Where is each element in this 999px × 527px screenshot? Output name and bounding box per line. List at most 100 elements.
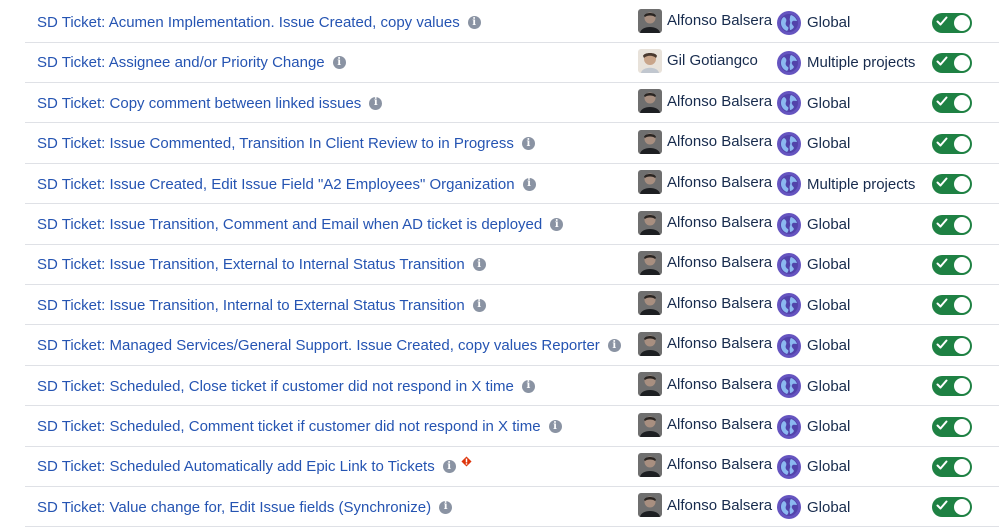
checkmark-icon [936, 460, 948, 470]
rule-owner: Alfonso Balsera [638, 124, 772, 164]
rule-name-cell: SD Ticket: Issue Transition, External to… [37, 245, 486, 285]
rule-name-cell: SD Ticket: Value change for, Edit Issue … [37, 487, 453, 527]
info-icon[interactable]: i [472, 298, 486, 312]
rule-name-link[interactable]: SD Ticket: Issue Transition, External to… [37, 256, 465, 273]
rule-name-link[interactable]: SD Ticket: Issue Created, Edit Issue Fie… [37, 176, 515, 193]
scope-label: Global [807, 458, 851, 476]
avatar [638, 8, 662, 33]
info-icon[interactable]: i [369, 96, 383, 110]
rule-row: SD Ticket: Scheduled Automatically add E… [25, 447, 999, 487]
rule-enabled-toggle[interactable] [932, 93, 972, 114]
info-icon[interactable]: i [472, 258, 486, 272]
warning-diamond-icon[interactable] [461, 456, 472, 467]
checkmark-icon [936, 298, 948, 308]
scope-label: Global [807, 135, 851, 153]
rule-owner: Alfonso Balsera [638, 245, 772, 285]
rule-scope: Multiple projects [777, 43, 915, 83]
rule-scope: Global [777, 83, 850, 123]
info-icon[interactable]: i [521, 379, 535, 393]
rule-name-link[interactable]: SD Ticket: Scheduled, Comment ticket if … [37, 418, 541, 435]
info-icon[interactable]: i [467, 16, 481, 29]
rule-row: SD Ticket: Issue Commented, Transition I… [25, 124, 999, 164]
scope-label: Global [807, 14, 851, 31]
rule-row: SD Ticket: Issue Created, Edit Issue Fie… [25, 164, 999, 205]
info-icon[interactable]: i [332, 56, 346, 70]
rule-name-link[interactable]: SD Ticket: Issue Commented, Transition I… [37, 135, 514, 152]
rule-owner: Alfonso Balsera [638, 487, 772, 527]
rule-enabled-toggle[interactable] [932, 214, 972, 235]
avatar [638, 452, 662, 477]
avatar [638, 48, 662, 73]
rule-enabled-toggle[interactable] [932, 497, 972, 518]
globe-icon [777, 50, 801, 75]
rule-owner: Alfonso Balsera [638, 366, 772, 406]
rule-scope: Global [777, 487, 850, 527]
rule-owner: Alfonso Balsera [638, 326, 772, 366]
rule-name-cell: SD Ticket: Assignee and/or Priority Chan… [37, 43, 346, 83]
globe-icon [777, 172, 801, 197]
avatar [638, 493, 662, 518]
rule-name-link[interactable]: SD Ticket: Issue Transition, Internal to… [37, 297, 465, 314]
rule-owner: Alfonso Balsera [638, 205, 772, 245]
rule-scope: Global [777, 285, 850, 325]
rule-name-link[interactable]: SD Ticket: Scheduled, Close ticket if cu… [37, 378, 514, 395]
toggle-knob [954, 216, 970, 233]
rule-enabled-toggle[interactable] [932, 133, 972, 154]
rule-name-cell: SD Ticket: Copy comment between linked i… [37, 83, 383, 123]
rule-name-link[interactable]: SD Ticket: Issue Transition, Comment and… [37, 216, 542, 233]
rule-name-link[interactable]: SD Ticket: Copy comment between linked i… [37, 95, 361, 112]
rule-enabled-toggle[interactable] [932, 416, 972, 437]
rule-scope: Global [777, 124, 850, 164]
rule-name-cell: SD Ticket: Scheduled Automatically add E… [37, 447, 472, 487]
owner-name: Alfonso Balsera [667, 12, 773, 29]
scope-label: Global [807, 377, 851, 395]
rule-row: SD Ticket: Scheduled, Comment ticket if … [25, 407, 999, 447]
rule-enabled-toggle[interactable] [932, 254, 972, 275]
rule-name-link[interactable]: SD Ticket: Managed Services/General Supp… [37, 337, 600, 354]
rule-scope: Global [777, 245, 850, 285]
rule-enabled-toggle[interactable] [932, 295, 972, 316]
info-icon[interactable]: i [522, 177, 536, 191]
globe-icon [777, 91, 801, 116]
rule-name-link[interactable]: SD Ticket: Value change for, Edit Issue … [37, 499, 431, 516]
rule-name-cell: SD Ticket: Managed Services/General Supp… [37, 326, 621, 366]
rule-row: SD Ticket: Value change for, Edit Issue … [25, 487, 999, 527]
rule-enabled-toggle[interactable] [932, 174, 972, 195]
avatar [638, 89, 662, 114]
rule-row: SD Ticket: Issue Transition, External to… [25, 245, 999, 285]
info-icon[interactable]: i [548, 420, 562, 433]
rule-row: SD Ticket: Issue Transition, Internal to… [25, 285, 999, 326]
rule-scope: Global [777, 205, 850, 245]
rule-owner: Alfonso Balsera [638, 164, 772, 204]
info-icon[interactable]: i [442, 460, 456, 474]
info-icon[interactable]: i [607, 339, 621, 353]
rule-name-link[interactable]: SD Ticket: Scheduled Automatically add E… [37, 458, 435, 475]
info-icon[interactable]: i [550, 218, 564, 231]
rule-name-link[interactable]: SD Ticket: Assignee and/or Priority Chan… [37, 54, 325, 71]
info-icon[interactable]: i [439, 500, 453, 514]
scope-label: Global [807, 498, 851, 516]
rule-enabled-toggle[interactable] [932, 335, 972, 356]
rule-enabled-toggle[interactable] [932, 52, 972, 73]
avatar [638, 412, 662, 437]
avatar [638, 291, 662, 316]
rule-name-link[interactable]: SD Ticket: Acumen Implementation. Issue … [37, 14, 460, 31]
toggle-knob [954, 337, 970, 354]
checkmark-icon [936, 500, 948, 510]
rule-enabled-toggle[interactable] [932, 456, 972, 477]
checkmark-icon [936, 258, 948, 268]
rule-scope: Global [777, 326, 850, 366]
globe-icon [777, 212, 801, 237]
rule-scope: Global [777, 447, 850, 487]
rule-scope: Global [777, 3, 850, 43]
rule-name-cell: SD Ticket: Issue Commented, Transition I… [37, 124, 535, 164]
rule-enabled-toggle[interactable] [932, 12, 972, 33]
info-icon[interactable]: i [521, 137, 535, 151]
globe-icon [777, 293, 801, 318]
toggle-knob [954, 95, 970, 112]
rule-enabled-toggle[interactable] [932, 376, 972, 397]
scope-label: Global [807, 94, 851, 112]
rule-owner: Alfonso Balsera [638, 285, 772, 325]
scope-label: Global [807, 337, 851, 355]
avatar [638, 170, 662, 195]
